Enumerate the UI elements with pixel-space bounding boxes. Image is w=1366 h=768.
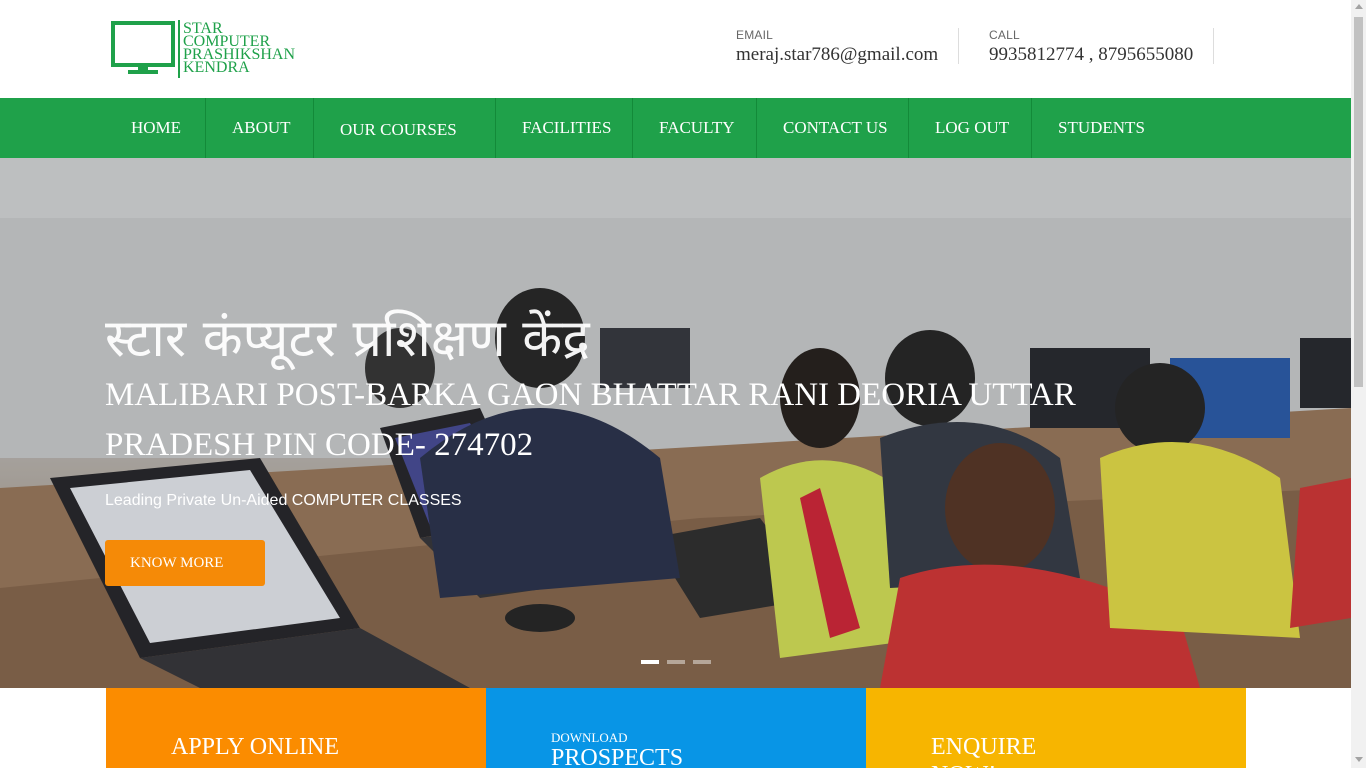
- hero-address: MALIBARI POST-BARKA GAON BHATTAR RANI DE…: [105, 377, 1076, 463]
- slider-dots: [641, 660, 711, 664]
- nav-label: FACILITIES: [522, 118, 612, 137]
- nav-label: CONTACT US: [783, 118, 888, 137]
- nav-label: ABOUT: [232, 118, 291, 137]
- download-prospects-box[interactable]: DOWNLOAD PROSPECTS: [486, 688, 866, 768]
- apply-online-box[interactable]: APPLY ONLINE: [106, 688, 486, 768]
- main-nav: HOME ABOUT OUR COURSES FACILITIES FACULT…: [0, 98, 1351, 158]
- site-logo[interactable]: STAR COMPUTER PRASHIKSHAN KENDRA: [110, 20, 305, 78]
- know-more-label: KNOW MORE: [130, 554, 224, 571]
- scroll-down-icon[interactable]: [1355, 757, 1363, 762]
- nav-label: STUDENTS: [1058, 118, 1145, 137]
- logo-text: STAR COMPUTER PRASHIKSHAN KENDRA: [178, 20, 295, 78]
- nav-home[interactable]: HOME: [105, 98, 205, 158]
- enquire-now-box[interactable]: ENQUIRE NOW!: [866, 688, 1246, 768]
- call-value[interactable]: 9935812774 , 8795655080: [989, 44, 1193, 66]
- contact-email: EMAIL meraj.star786@gmail.com: [736, 28, 938, 66]
- nav-students[interactable]: STUDENTS: [1031, 98, 1171, 158]
- site-header: STAR COMPUTER PRASHIKSHAN KENDRA EMAIL m…: [0, 0, 1351, 98]
- nav-faculty[interactable]: FACULTY: [632, 98, 756, 158]
- scroll-thumb[interactable]: [1354, 17, 1363, 387]
- nav-facilities[interactable]: FACILITIES: [495, 98, 632, 158]
- divider: [1213, 28, 1214, 64]
- contact-call: CALL 9935812774 , 8795655080: [989, 28, 1193, 66]
- enquire-now-title: ENQUIRE NOW!: [931, 734, 1037, 768]
- hero-tagline: Leading Private Un-Aided COMPUTER CLASSE…: [105, 492, 462, 509]
- hero-title: स्टार कंप्यूटर प्रशिक्षण केंद्र: [105, 309, 590, 369]
- call-label: CALL: [989, 28, 1020, 42]
- page-scrollbar[interactable]: [1351, 0, 1366, 768]
- email-value[interactable]: meraj.star786@gmail.com: [736, 44, 938, 66]
- scroll-up-icon[interactable]: [1355, 4, 1363, 9]
- apply-online-title: APPLY ONLINE: [171, 734, 340, 760]
- monitor-icon: [111, 21, 175, 74]
- nav-label: OUR COURSES: [340, 120, 457, 139]
- divider: [958, 28, 959, 64]
- hero-slider: स्टार कंप्यूटर प्रशिक्षण केंद्र MALIBARI…: [0, 158, 1351, 688]
- nav-label: LOG OUT: [935, 118, 1010, 137]
- nav-label: HOME: [131, 118, 182, 137]
- slider-dot-2[interactable]: [667, 660, 685, 664]
- know-more-button[interactable]: KNOW MORE: [105, 540, 265, 586]
- nav-log-out[interactable]: LOG OUT: [908, 98, 1031, 158]
- slider-dot-3[interactable]: [693, 660, 711, 664]
- nav-contact-us[interactable]: CONTACT US: [756, 98, 908, 158]
- slider-dot-1[interactable]: [641, 660, 659, 664]
- nav-our-courses[interactable]: OUR COURSES: [313, 98, 495, 158]
- nav-label: FACULTY: [659, 118, 735, 137]
- email-label: EMAIL: [736, 28, 774, 42]
- nav-about[interactable]: ABOUT: [205, 98, 313, 158]
- prospects-title: PROSPECTS: [551, 745, 684, 768]
